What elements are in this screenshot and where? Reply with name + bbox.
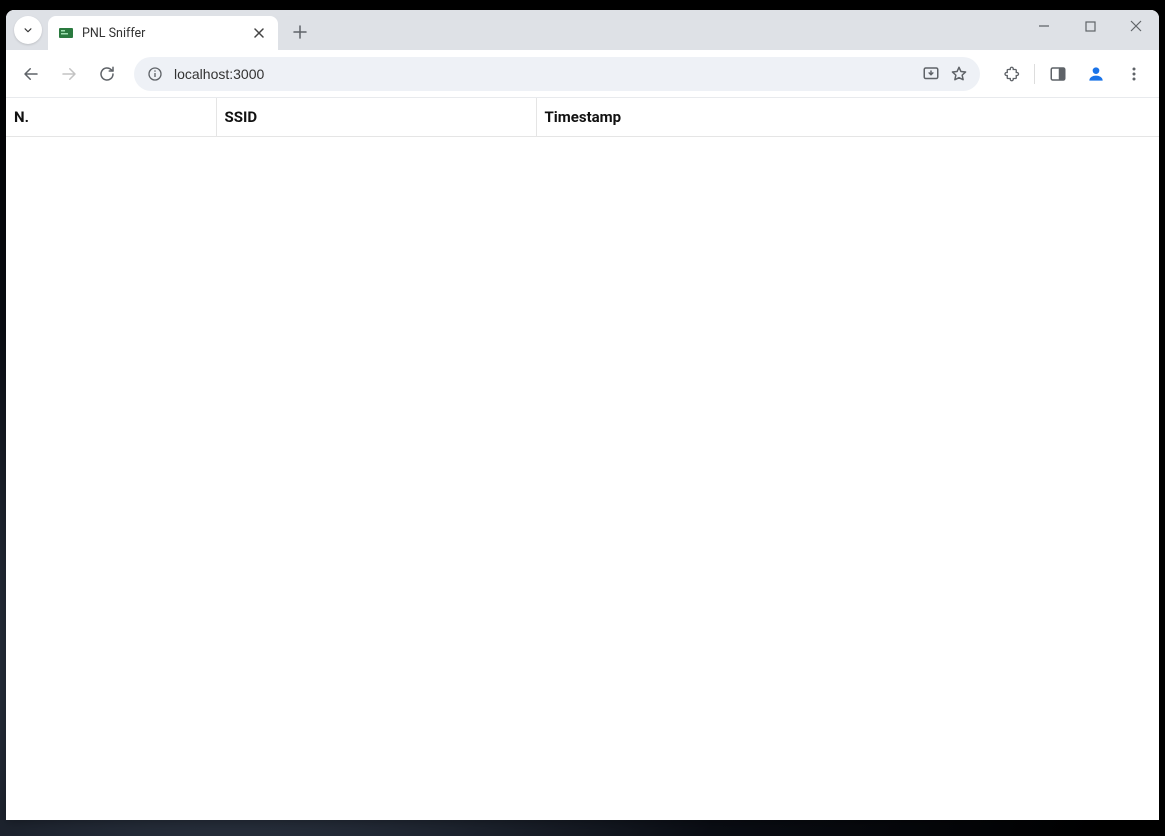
- close-window-button[interactable]: [1113, 10, 1159, 42]
- avatar-icon: [1084, 62, 1108, 86]
- reload-button[interactable]: [90, 57, 124, 91]
- tab-active[interactable]: PNL Sniffer: [48, 16, 278, 50]
- menu-button[interactable]: [1117, 57, 1151, 91]
- side-panel-icon: [1049, 65, 1067, 83]
- minimize-icon: [1038, 20, 1050, 32]
- maximize-icon: [1085, 21, 1096, 32]
- puzzle-icon: [1002, 65, 1020, 83]
- site-info-button[interactable]: [146, 65, 164, 83]
- minimize-button[interactable]: [1021, 10, 1067, 42]
- favicon-icon: [58, 25, 74, 41]
- search-tabs-button[interactable]: [14, 16, 42, 44]
- page-content: N. SSID Timestamp: [6, 98, 1159, 820]
- profile-button[interactable]: [1079, 57, 1113, 91]
- browser-window: PNL Sniffer: [6, 10, 1159, 820]
- forward-button[interactable]: [52, 57, 86, 91]
- install-app-button[interactable]: [922, 65, 940, 83]
- toolbar-right: [990, 57, 1151, 91]
- tab-title: PNL Sniffer: [82, 26, 145, 41]
- url-input[interactable]: [174, 57, 912, 91]
- separator: [1034, 64, 1035, 84]
- results-table: N. SSID Timestamp: [6, 98, 1159, 137]
- info-icon: [147, 66, 163, 82]
- extensions-button[interactable]: [994, 57, 1028, 91]
- reload-icon: [98, 65, 116, 83]
- toolbar: [6, 50, 1159, 98]
- column-header-ssid: SSID: [216, 98, 536, 137]
- column-header-timestamp: Timestamp: [536, 98, 1159, 137]
- arrow-right-icon: [60, 65, 78, 83]
- column-header-number: N.: [6, 98, 216, 137]
- side-panel-button[interactable]: [1041, 57, 1075, 91]
- star-icon: [950, 65, 968, 83]
- close-icon: [254, 28, 264, 38]
- maximize-button[interactable]: [1067, 10, 1113, 42]
- kebab-menu-icon: [1126, 66, 1142, 82]
- close-icon: [1130, 20, 1142, 32]
- address-bar[interactable]: [134, 57, 980, 91]
- table-header-row: N. SSID Timestamp: [6, 98, 1159, 137]
- tab-strip: PNL Sniffer: [6, 10, 1159, 50]
- tab-close-button[interactable]: [250, 24, 268, 42]
- new-tab-button[interactable]: [286, 18, 314, 46]
- window-controls: [1021, 10, 1159, 50]
- chevron-down-icon: [21, 23, 35, 37]
- arrow-left-icon: [22, 65, 40, 83]
- back-button[interactable]: [14, 57, 48, 91]
- install-icon: [922, 65, 940, 83]
- plus-icon: [293, 25, 307, 39]
- bookmark-button[interactable]: [950, 65, 968, 83]
